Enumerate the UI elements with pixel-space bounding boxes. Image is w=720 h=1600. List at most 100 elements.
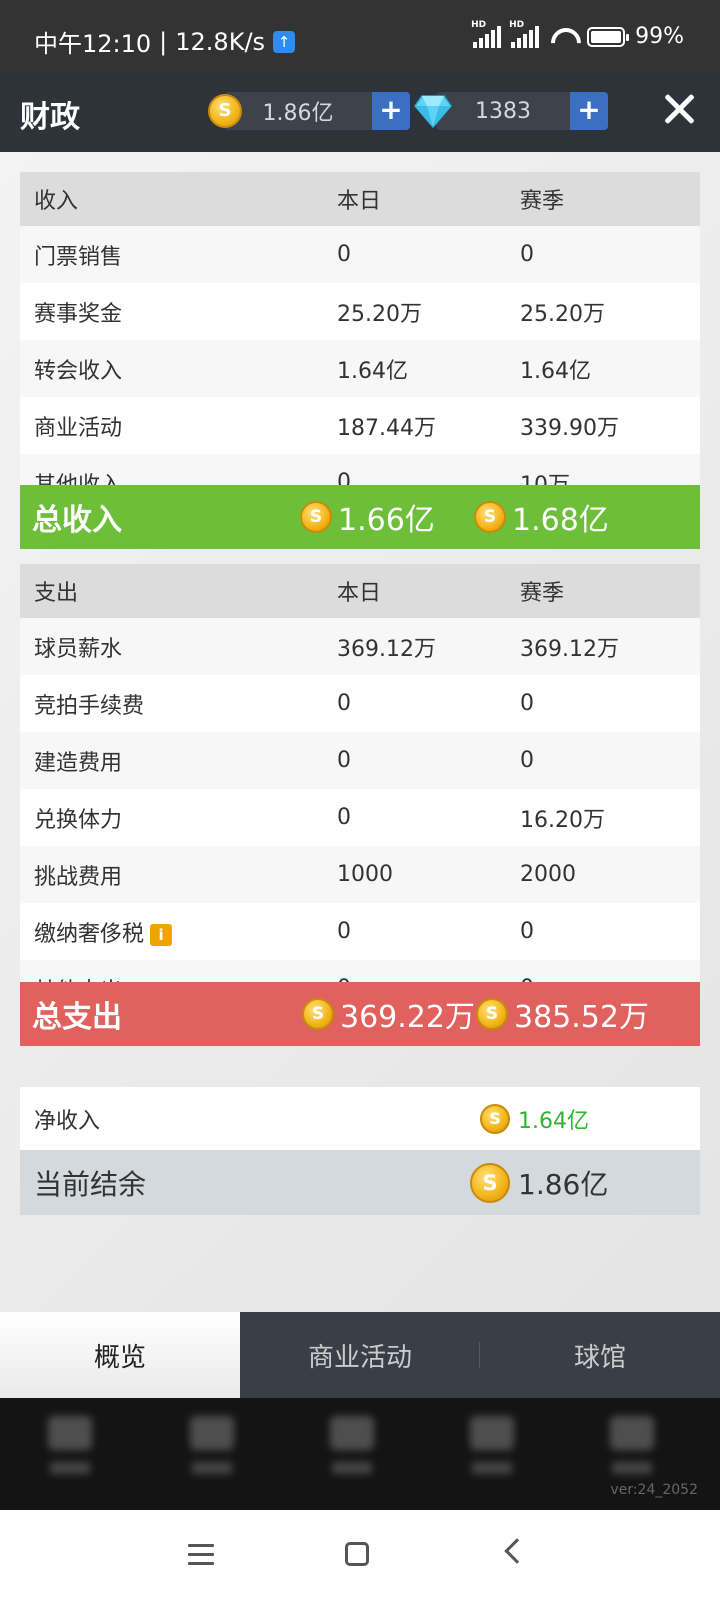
home-icon[interactable] <box>345 1542 369 1566</box>
coin-icon: S <box>302 998 334 1030</box>
blurred-nav-item <box>462 1416 522 1486</box>
add-gems-button[interactable]: + <box>570 92 608 130</box>
row-today: 0 <box>337 919 351 944</box>
row-season: 369.12万 <box>520 636 619 662</box>
row-label: 其他收入 <box>34 472 123 486</box>
income-total-label: 总收入 <box>32 503 122 538</box>
row-season: 10万 <box>520 472 570 486</box>
blurred-game-nav: ver:24_2052 <box>0 1398 720 1510</box>
income-col-label: 收入 <box>34 189 79 214</box>
add-gold-button[interactable]: + <box>372 92 410 130</box>
net-income-label: 净收入 <box>34 1108 101 1134</box>
status-right: HD HD 99% <box>471 20 684 50</box>
expense-row-other: 其他支出 0 0 <box>20 960 700 982</box>
row-season: 0 <box>520 242 534 267</box>
expense-row-challenge: 挑战费用 1000 2000 <box>20 846 700 903</box>
network-speed: 12.8K/s <box>175 27 266 56</box>
row-label: 转会收入 <box>34 358 123 384</box>
row-season: 0 <box>520 919 534 944</box>
expense-table: 支出 本日 赛季 球员薪水 369.12万 369.12万 竞拍手续费 0 0 … <box>20 564 700 982</box>
summary-card: 净收入 S 1.64亿 当前结余 S 1.86亿 <box>20 1087 700 1215</box>
blurred-nav-item <box>322 1416 382 1486</box>
current-balance-label: 当前结余 <box>34 1167 147 1201</box>
net-income-amount: 1.64亿 <box>518 1108 589 1134</box>
expense-total-today: S 369.22万 <box>302 992 476 1036</box>
income-row-transfer: 转会收入 1.64亿 1.64亿 <box>20 340 700 397</box>
status-left: 中午12:10 | 12.8K/s ↑ <box>34 24 296 59</box>
expense-row-luxury-tax: 缴纳奢侈税 i 0 0 <box>20 903 700 960</box>
current-balance-value: S 1.86亿 <box>470 1162 609 1203</box>
signal-icon-1: HD <box>471 20 502 48</box>
row-label: 挑战费用 <box>34 864 123 890</box>
gem-amount: 1383 <box>436 92 570 130</box>
row-label: 球员薪水 <box>34 636 123 662</box>
page-title: 财政 <box>20 100 80 135</box>
current-balance-amount: 1.86亿 <box>518 1167 609 1201</box>
wifi-icon <box>549 26 577 48</box>
coin-icon: S <box>474 501 506 533</box>
blurred-nav-item <box>602 1416 662 1486</box>
version-label: ver:24_2052 <box>610 1482 698 1498</box>
expense-col-label: 支出 <box>34 581 79 606</box>
status-time: 中午12:10 <box>34 30 152 58</box>
row-today: 25.20万 <box>337 301 422 327</box>
row-label: 商业活动 <box>34 415 123 441</box>
row-label-with-info: 缴纳奢侈税 i <box>20 916 335 948</box>
expense-col-today: 本日 <box>337 581 382 606</box>
income-total-today: S 1.66亿 <box>300 495 474 539</box>
net-income-value: S 1.64亿 <box>480 1103 589 1135</box>
row-label: 赛事奖金 <box>34 301 123 327</box>
expense-row-construction: 建造费用 0 0 <box>20 732 700 789</box>
income-row-other: 其他收入 0 10万 <box>20 454 700 485</box>
income-row-tickets: 门票销售 0 0 <box>20 226 700 283</box>
gold-amount: 1.86亿 <box>224 92 372 130</box>
info-icon[interactable]: i <box>150 923 173 946</box>
expense-total-season: S 385.52万 <box>476 992 649 1036</box>
status-divider: | <box>159 27 168 56</box>
coin-icon: S <box>470 1162 510 1203</box>
expense-total-label: 总支出 <box>32 1000 122 1035</box>
blurred-nav-item <box>40 1416 100 1486</box>
income-row-commercial: 商业活动 187.44万 339.90万 <box>20 397 700 454</box>
row-today: 1000 <box>337 862 393 887</box>
income-col-today: 本日 <box>337 189 382 214</box>
row-season: 16.20万 <box>520 807 605 833</box>
income-total-season: S 1.68亿 <box>474 495 609 539</box>
row-label: 建造费用 <box>34 750 123 776</box>
finance-content: 收入 本日 赛季 门票销售 0 0 赛事奖金 25.20万 25.20万 转会收… <box>0 152 720 1312</box>
row-today: 0 <box>337 242 351 267</box>
row-label: 门票销售 <box>34 244 123 270</box>
app-header: 财政 S 1.86亿 + 1383 + <box>0 70 720 152</box>
gem-balance: 1383 + <box>414 92 608 130</box>
signal-icon-2: HD <box>509 20 540 48</box>
current-balance-row: 当前结余 S 1.86亿 <box>20 1150 700 1215</box>
row-label: 竞拍手续费 <box>34 693 145 719</box>
upload-arrow-icon: ↑ <box>273 30 296 53</box>
row-today: 0 <box>337 805 351 830</box>
coin-icon: S <box>300 501 332 533</box>
coin-icon: S <box>476 998 508 1030</box>
net-income-row: 净收入 S 1.64亿 <box>20 1087 700 1150</box>
diamond-icon <box>414 95 452 128</box>
income-total-season-value: 1.68亿 <box>512 503 609 538</box>
finance-tabs: 概览 商业活动 球馆 <box>0 1312 720 1398</box>
row-season: 25.20万 <box>520 301 605 327</box>
back-icon[interactable] <box>504 1538 530 1564</box>
row-season: 0 <box>520 691 534 716</box>
blurred-nav-item <box>182 1416 242 1486</box>
row-label: 缴纳奢侈税 <box>34 921 145 947</box>
coin-icon: S <box>208 94 242 128</box>
expense-rows: 球员薪水 369.12万 369.12万 竞拍手续费 0 0 建造费用 0 0 … <box>20 618 700 982</box>
income-table: 收入 本日 赛季 门票销售 0 0 赛事奖金 25.20万 25.20万 转会收… <box>20 172 700 485</box>
tab-overview[interactable]: 概览 <box>0 1312 240 1398</box>
battery-percent: 99% <box>635 24 684 49</box>
row-today: 369.12万 <box>337 636 436 662</box>
income-col-season: 赛季 <box>520 189 565 214</box>
row-season: 2000 <box>520 862 576 887</box>
menu-icon[interactable] <box>188 1544 214 1566</box>
tab-stadium[interactable]: 球馆 <box>480 1312 720 1398</box>
tab-commercial[interactable]: 商业活动 <box>240 1312 480 1398</box>
expense-total-season-value: 385.52万 <box>514 1000 649 1035</box>
close-icon[interactable] <box>662 92 696 126</box>
income-rows: 门票销售 0 0 赛事奖金 25.20万 25.20万 转会收入 1.64亿 1… <box>20 226 700 485</box>
